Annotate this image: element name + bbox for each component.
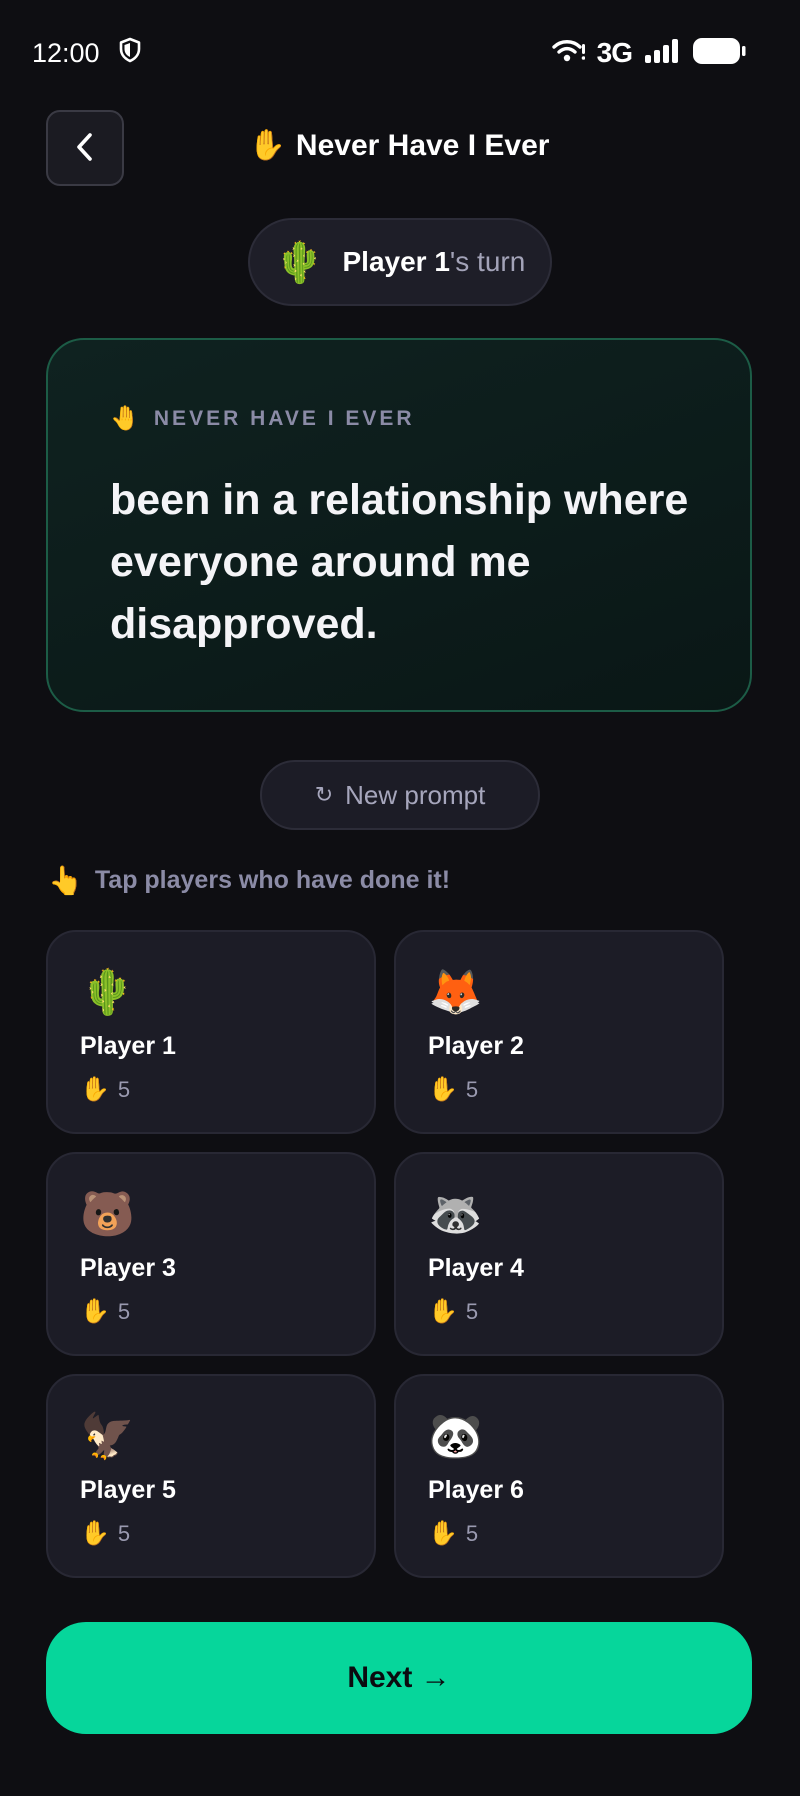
pointing-up-icon: 👆: [48, 865, 83, 896]
raccoon-avatar-icon: 🦝: [428, 1190, 483, 1239]
player-card[interactable]: 🐻 Player 3 ✋ 5: [46, 1152, 376, 1356]
cactus-avatar-icon: 🌵: [80, 968, 135, 1017]
player-score-value: 5: [117, 1076, 131, 1102]
prompt-card: 🤚 NEVER HAVE I EVER been in a relationsh…: [46, 338, 752, 712]
player-name: Player 2: [428, 1032, 524, 1060]
header: ✋ Never Have I Ever: [46, 110, 752, 186]
player-grid: 🌵 Player 1 ✋ 5 🦊 Player 2 ✋ 5 🐻 Player 3…: [46, 930, 726, 1578]
status-left: 12:00: [32, 37, 142, 70]
cactus-icon: 🌵: [274, 240, 325, 285]
turn-text: Player 1's turn: [343, 246, 526, 278]
player-score-value: 5: [117, 1520, 131, 1546]
new-prompt-label: New prompt: [345, 779, 486, 810]
hand-icon: ✋: [80, 1298, 110, 1325]
player-card[interactable]: 🌵 Player 1 ✋ 5: [46, 930, 376, 1134]
player-name: Player 6: [428, 1476, 524, 1504]
player-score: ✋ 5: [428, 1075, 692, 1104]
hand-icon: ✋: [80, 1076, 110, 1103]
hand-icon: ✋: [80, 1520, 110, 1547]
player-score-value: 5: [465, 1076, 479, 1102]
network-type: 3G: [596, 37, 633, 68]
shield-icon: [118, 37, 142, 70]
turn-suffix: 's turn: [449, 246, 526, 277]
turn-indicator: 🌵 Player 1's turn: [248, 218, 552, 306]
instruction-text: Tap players who have done it!: [94, 866, 451, 894]
player-score-value: 5: [465, 1520, 479, 1546]
new-prompt-button[interactable]: ↻ New prompt: [260, 760, 540, 830]
page-title: ✋ Never Have I Ever: [46, 128, 752, 163]
player-score: ✋ 5: [80, 1297, 344, 1326]
player-card[interactable]: 🦝 Player 4 ✋ 5: [394, 1152, 724, 1356]
wifi-icon: [551, 38, 585, 69]
player-score: ✋ 5: [428, 1297, 692, 1326]
player-name: Player 5: [80, 1476, 176, 1504]
hand-icon: ✋: [428, 1298, 458, 1325]
status-right: 3G: [551, 37, 746, 70]
refresh-icon: ↻: [314, 782, 334, 807]
player-card[interactable]: 🐼 Player 6 ✋ 5: [394, 1374, 724, 1578]
player-card[interactable]: 🦊 Player 2 ✋ 5: [394, 930, 724, 1134]
player-score-value: 5: [465, 1298, 479, 1324]
prompt-text: been in a relationship where everyone ar…: [110, 476, 689, 648]
player-score-value: 5: [117, 1298, 131, 1324]
raised-back-hand-icon: 🤚: [110, 405, 140, 432]
turn-player-name: Player 1: [342, 246, 450, 277]
next-button[interactable]: Next →: [46, 1622, 752, 1734]
player-card[interactable]: 🦅 Player 5 ✋ 5: [46, 1374, 376, 1578]
fox-avatar-icon: 🦊: [428, 968, 483, 1017]
bear-avatar-icon: 🐻: [80, 1190, 135, 1239]
player-name: Player 1: [80, 1032, 176, 1060]
eagle-avatar-icon: 🦅: [80, 1412, 135, 1461]
status-time: 12:00: [32, 37, 100, 68]
player-name: Player 4: [428, 1254, 524, 1282]
player-score: ✋ 5: [428, 1519, 692, 1548]
instruction: 👆 Tap players who have done it!: [48, 864, 450, 897]
signal-icon: [644, 38, 680, 69]
chevron-left-icon: [73, 131, 97, 166]
hand-icon: ✋: [428, 1076, 458, 1103]
prompt-label: 🤚 NEVER HAVE I EVER: [110, 404, 690, 433]
player-score: ✋ 5: [80, 1519, 344, 1548]
raised-hand-icon: ✋: [248, 129, 286, 162]
hand-icon: ✋: [428, 1520, 458, 1547]
player-score: ✋ 5: [80, 1075, 344, 1104]
back-button[interactable]: [46, 110, 124, 186]
status-bar: 12:00 3G: [0, 0, 800, 106]
player-name: Player 3: [80, 1254, 176, 1282]
prompt-label-text: NEVER HAVE I EVER: [153, 406, 415, 430]
panda-avatar-icon: 🐼: [428, 1412, 483, 1461]
page-title-text: Never Have I Ever: [295, 129, 550, 162]
battery-icon: [692, 37, 746, 70]
